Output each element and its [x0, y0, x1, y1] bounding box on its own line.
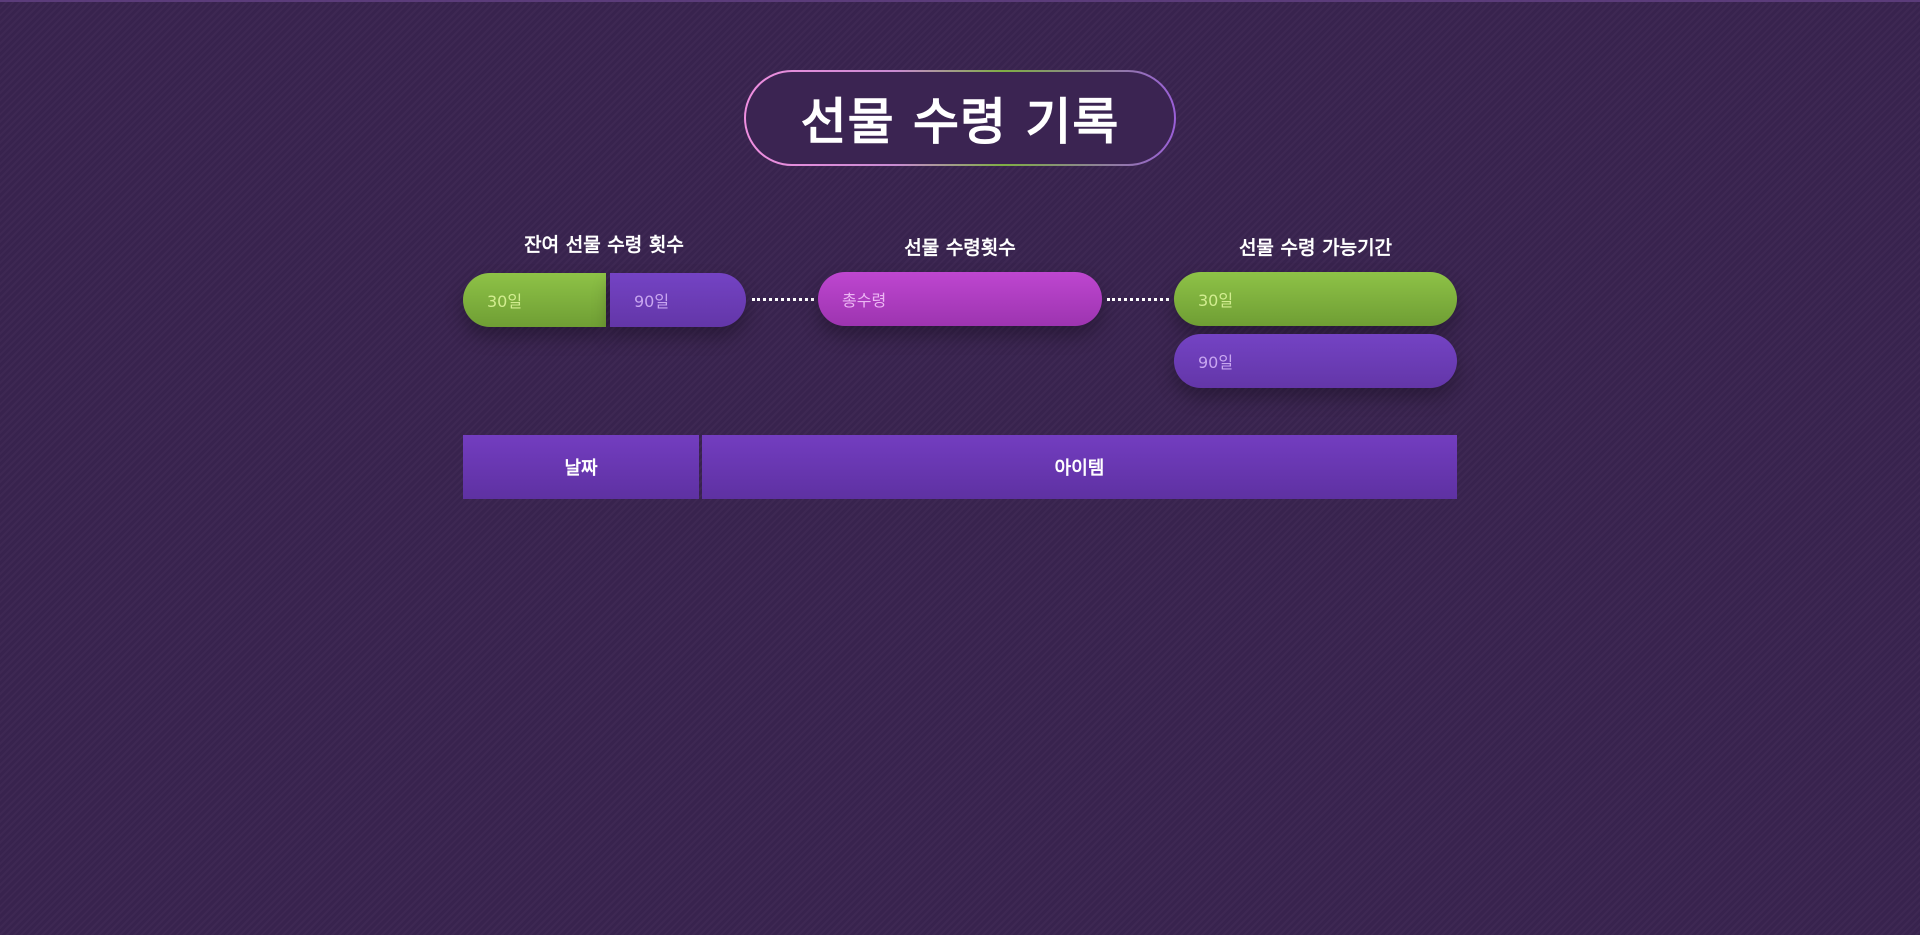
remaining-30-days: 30일 — [463, 273, 606, 327]
remaining-count-label: 잔여 선물 수령 횟수 — [524, 234, 684, 256]
connector-dots-right — [1107, 298, 1169, 301]
period-90-days: 90일 — [1174, 334, 1457, 388]
total-received-pill: 총수령 — [818, 272, 1102, 326]
connector-dots-left — [752, 298, 814, 301]
page-title: 선물 수령 기록 — [800, 93, 1120, 151]
received-count-label: 선물 수령횟수 — [904, 237, 1016, 259]
page-title-badge: 선물 수령 기록 — [744, 70, 1176, 166]
table-header-item: 아이템 — [702, 435, 1457, 499]
top-border — [0, 0, 1920, 2]
remaining-90-days: 90일 — [610, 273, 746, 327]
available-period-label: 선물 수령 가능기간 — [1238, 237, 1393, 259]
period-30-days: 30일 — [1174, 272, 1457, 326]
table-header-date: 날짜 — [463, 435, 699, 499]
